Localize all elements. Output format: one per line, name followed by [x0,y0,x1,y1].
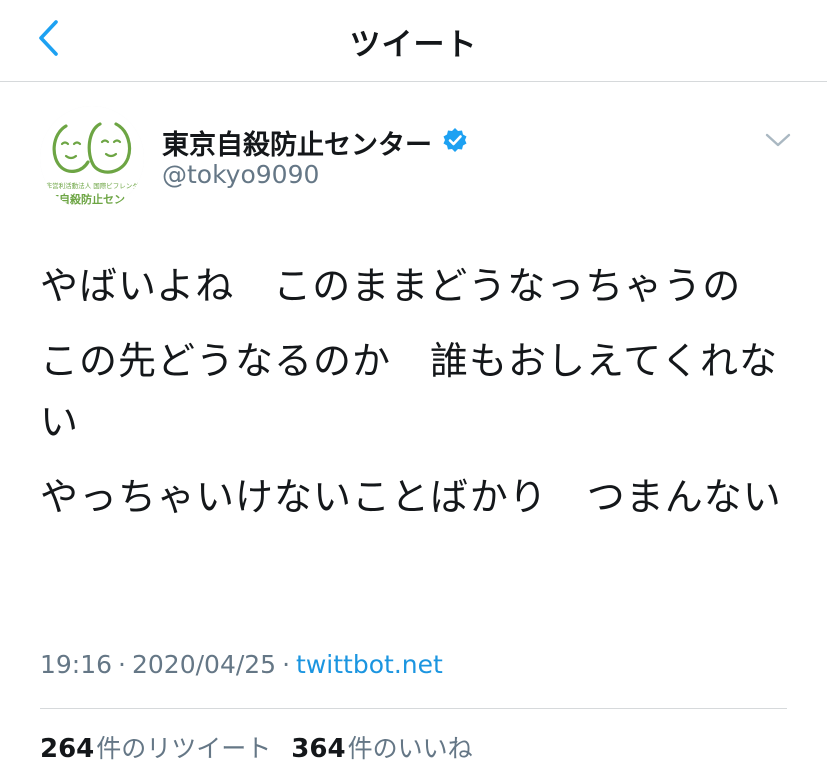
avatar[interactable]: 特定非営利活動法人 国際ビフレンダーズ 東京自殺防止センター [40,106,144,210]
tweet-options-button[interactable] [756,124,800,160]
divider [40,708,787,709]
tweet-meta: 19:16 · 2020/04/25 · twittbot.net [40,644,443,684]
tweet-date: 2020/04/25 [132,649,277,679]
tweet-paragraph: この先どうなるのか 誰もおしえてくれない [40,339,778,444]
avatar-caption-small: 特定非営利活動法人 国際ビフレンダーズ [40,181,144,190]
meta-separator: · [118,649,126,679]
likes-stat[interactable]: 364 件のいいね [291,729,472,765]
chevron-down-icon [765,132,791,152]
retweets-stat[interactable]: 264 件のリツイート [40,729,271,765]
tweet-text: やばいよね このままどうなっちゃうの この先どうなるのか 誰もおしえてくれない … [40,256,796,542]
tweet-detail-screen: ツイート 特定非営利活動法人 国際ビフレンダーズ 東京自殺防止センター [0,0,827,774]
tweet-stats: 264 件のリツイート 364 件のいいね [40,726,473,768]
tweet-paragraph: やっちゃいけないことばかり つまんない [40,475,782,519]
author-name-row: 東京自殺防止センター [162,122,468,162]
user-handle[interactable]: @tokyo9090 [162,160,319,189]
tweet-time: 19:16 [40,649,113,679]
verified-badge-icon [442,127,468,157]
meta-separator: · [282,649,291,679]
top-navigation-bar: ツイート [0,0,827,82]
tweet-paragraph: やばいよね このままどうなっちゃうの [40,264,742,308]
display-name[interactable]: 東京自殺防止センター [162,123,432,162]
chevron-left-icon [36,18,60,62]
tweet-source-link[interactable]: twittbot.net [296,650,443,679]
likes-label: 件のいいね [347,734,473,763]
back-button[interactable] [26,18,70,62]
retweets-count: 264 [40,734,95,764]
retweets-label: 件のリツイート [96,734,272,763]
avatar-caption-large: 東京自殺防止センター [40,192,144,206]
likes-count: 364 [291,734,346,764]
page-title: ツイート [349,26,478,63]
